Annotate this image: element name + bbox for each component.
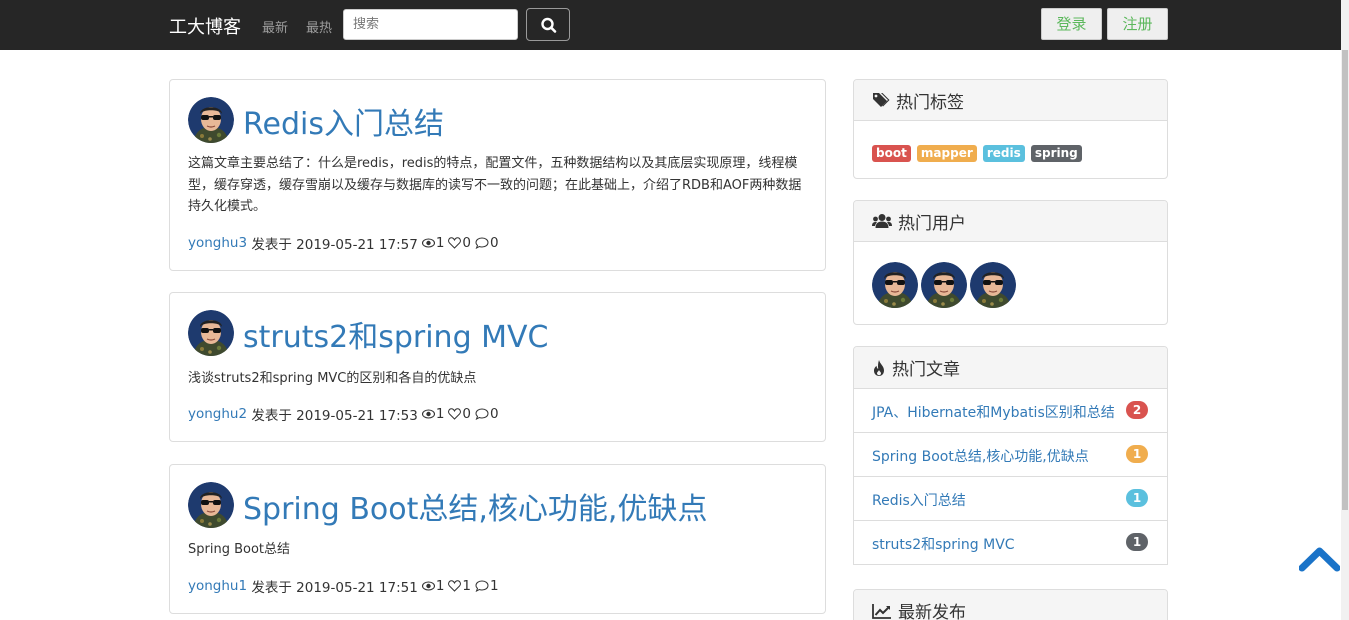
panel-heading: 热门用户 <box>854 201 1167 242</box>
post-summary: Spring Boot总结 <box>188 542 291 557</box>
like-count: 0 <box>462 406 472 422</box>
post-title[interactable]: Redis入门总结 <box>243 99 444 143</box>
register-button[interactable]: 注册 <box>1107 8 1168 40</box>
brand-logo[interactable]: 工大博客 <box>169 13 241 39</box>
panel-heading: 热门标签 <box>854 80 1167 121</box>
panel-title: 热门用户 <box>898 213 966 234</box>
author-avatar[interactable] <box>188 97 234 143</box>
post-meta: yonghu3 发表于 2019-05-21 17:57 1 0 0 <box>188 233 499 253</box>
nav-link-latest[interactable]: 最新 <box>262 17 288 36</box>
hot-article-title[interactable]: Spring Boot总结,核心功能,优缺点 <box>872 446 1089 466</box>
search-input[interactable] <box>343 9 518 40</box>
comment-icon[interactable] <box>475 237 489 249</box>
tag-list: boot mapper redis spring <box>872 142 1083 162</box>
tag-redis[interactable]: redis <box>982 145 1025 162</box>
post-meta: yonghu2 发表于 2019-05-21 17:53 1 0 0 <box>188 404 499 424</box>
post-card: Redis入门总结 这篇文章主要总结了：什么是redis，redis的特点，配置… <box>169 79 826 271</box>
search-icon <box>541 17 557 33</box>
post-summary: 浅谈struts2和spring MVC的区别和各自的优缺点 <box>188 371 477 386</box>
tag-mapper[interactable]: mapper <box>916 145 977 162</box>
eye-icon <box>421 238 435 248</box>
post-card: struts2和spring MVC 浅谈struts2和spring MVC的… <box>169 292 826 442</box>
hot-users-panel: 热门用户 <box>853 200 1168 325</box>
back-to-top-button[interactable] <box>1298 544 1341 576</box>
user-avatar[interactable] <box>970 262 1016 308</box>
like-count: 1 <box>462 578 472 594</box>
user-avatar[interactable] <box>921 262 967 308</box>
post-summary: 这篇文章主要总结了：什么是redis，redis的特点，配置文件，五种数据结构以… <box>188 156 802 214</box>
view-count: 1 <box>435 406 445 422</box>
comment-count: 1 <box>490 578 499 594</box>
post-date: 发表于 2019-05-21 17:51 <box>251 580 418 596</box>
panel-heading: 最新发布 <box>854 590 1167 620</box>
fire-icon <box>874 359 884 376</box>
hot-article-item[interactable]: Spring Boot总结,核心功能,优缺点 1 <box>853 432 1168 477</box>
hot-article-item[interactable]: struts2和spring MVC 1 <box>853 520 1168 565</box>
hot-article-title[interactable]: Redis入门总结 <box>872 490 966 510</box>
post-card: Spring Boot总结,核心功能,优缺点 Spring Boot总结 yon… <box>169 464 826 614</box>
tag-spring[interactable]: spring <box>1030 145 1082 162</box>
hot-article-count: 1 <box>1126 489 1148 507</box>
heart-icon[interactable] <box>448 237 462 249</box>
hot-article-title[interactable]: JPA、Hibernate和Mybatis区别和总结 <box>872 402 1115 422</box>
scrollbar-thumb[interactable] <box>1342 50 1348 510</box>
hot-article-count: 1 <box>1126 445 1148 463</box>
hot-article-item[interactable]: JPA、Hibernate和Mybatis区别和总结 2 <box>853 388 1168 433</box>
eye-icon <box>421 409 435 419</box>
comment-count: 0 <box>490 406 499 422</box>
author-avatar[interactable] <box>188 482 234 528</box>
tag-boot[interactable]: boot <box>872 145 911 162</box>
search-button[interactable] <box>526 8 570 41</box>
post-date: 发表于 2019-05-21 17:53 <box>251 408 418 424</box>
hot-article-item[interactable]: Redis入门总结 1 <box>853 476 1168 521</box>
latest-panel: 最新发布 <box>853 589 1168 620</box>
hot-article-count: 2 <box>1126 401 1148 419</box>
view-count: 1 <box>435 578 445 594</box>
line-chart-icon <box>872 603 891 619</box>
comment-count: 0 <box>490 235 499 251</box>
post-meta: yonghu1 发表于 2019-05-21 17:51 1 1 1 <box>188 576 499 596</box>
users-icon <box>872 214 892 228</box>
hot-article-title[interactable]: struts2和spring MVC <box>872 534 1015 554</box>
eye-icon <box>421 581 435 591</box>
post-date: 发表于 2019-05-21 17:57 <box>251 237 418 253</box>
post-title[interactable]: Spring Boot总结,核心功能,优缺点 <box>243 484 707 528</box>
login-button[interactable]: 登录 <box>1041 8 1102 40</box>
author-avatar[interactable] <box>188 310 234 356</box>
comment-icon[interactable] <box>475 408 489 420</box>
panel-title: 最新发布 <box>898 603 966 620</box>
tags-icon <box>873 93 890 107</box>
post-author[interactable]: yonghu1 <box>188 578 247 594</box>
panel-heading: 热门文章 <box>854 347 1167 388</box>
panel-title: 热门文章 <box>892 360 960 380</box>
top-navbar: 工大博客 最新 最热 登录 注册 <box>0 0 1349 50</box>
hot-article-count: 1 <box>1126 533 1148 551</box>
chevron-up-icon <box>1298 547 1341 572</box>
panel-title: 热门标签 <box>896 92 964 113</box>
post-author[interactable]: yonghu2 <box>188 406 247 422</box>
heart-icon[interactable] <box>448 408 462 420</box>
hot-tags-panel: 热门标签 boot mapper redis spring <box>853 79 1168 179</box>
post-author[interactable]: yonghu3 <box>188 235 247 251</box>
view-count: 1 <box>435 235 445 251</box>
comment-icon[interactable] <box>475 580 489 592</box>
user-avatar[interactable] <box>872 262 918 308</box>
nav-link-hot[interactable]: 最热 <box>306 17 332 36</box>
heart-icon[interactable] <box>448 580 462 592</box>
post-title[interactable]: struts2和spring MVC <box>243 312 549 356</box>
like-count: 0 <box>462 235 472 251</box>
hot-articles-panel: 热门文章 <box>853 346 1168 389</box>
